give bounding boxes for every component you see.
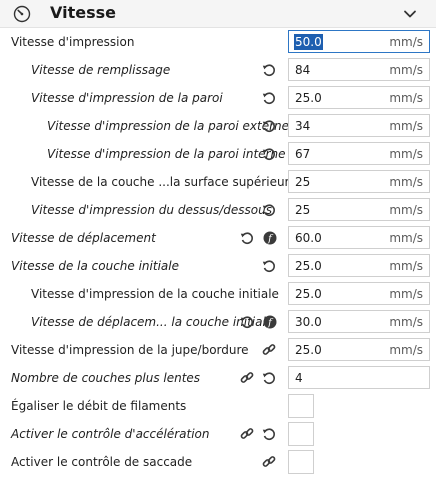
initial-layer-print-speed-input[interactable]: 25.0 mm/s [288, 282, 430, 305]
setting-label: Égaliser le débit de filaments [11, 399, 187, 413]
field-value: 25.0 [295, 91, 322, 105]
inner-wall-speed-input[interactable]: 67 mm/s [288, 142, 430, 165]
speed-settings-panel: Vitesse Vitesse d'impression 50.0 mm/s V… [0, 0, 436, 477]
speedometer-icon [12, 4, 32, 24]
setting-row-inner-wall-speed: Vitesse d'impression de la paroi interne… [0, 140, 436, 168]
setting-label: Vitesse de la couche initiale [11, 259, 179, 273]
chevron-down-icon[interactable] [402, 6, 418, 22]
field-unit: mm/s [389, 343, 423, 357]
infill-speed-input[interactable]: 84 mm/s [288, 58, 430, 81]
function-icon[interactable]: f [263, 231, 277, 245]
setting-row-top-surface-speed: Vitesse de la couche ...la surface supér… [0, 168, 436, 196]
field-unit: mm/s [389, 203, 423, 217]
field-unit: mm/s [389, 91, 423, 105]
setting-row-skirt-brim-speed: Vitesse d'impression de la jupe/bordure … [0, 336, 436, 364]
reset-icon[interactable] [262, 259, 276, 273]
field-value: 25.0 [295, 259, 322, 273]
travel-speed-input[interactable]: 60.0 mm/s [288, 226, 430, 249]
acceleration-control-checkbox[interactable] [288, 422, 314, 446]
field-value: 25 [295, 203, 311, 217]
initial-layer-travel-speed-input[interactable]: 30.0 mm/s [288, 310, 430, 333]
field-unit: mm/s [389, 35, 423, 49]
setting-label: Vitesse d'impression de la paroi [31, 91, 223, 105]
setting-row-infill-speed: Vitesse de remplissage 84 mm/s [0, 56, 436, 84]
setting-label: Vitesse de déplacement [11, 231, 156, 245]
reset-icon[interactable] [262, 147, 276, 161]
setting-label: Vitesse de la couche ...la surface supér… [31, 175, 297, 189]
field-unit: mm/s [389, 259, 423, 273]
reset-icon[interactable] [262, 63, 276, 77]
field-unit: mm/s [389, 63, 423, 77]
wall-speed-input[interactable]: 25.0 mm/s [288, 86, 430, 109]
setting-label: Activer le contrôle de saccade [11, 455, 193, 469]
field-unit: mm/s [389, 147, 423, 161]
setting-row-acceleration-control: Activer le contrôle d'accélération [0, 420, 436, 448]
field-unit: mm/s [389, 287, 423, 301]
field-value: 67 [295, 147, 311, 161]
setting-label: Vitesse de déplacem... la couche initial… [31, 315, 274, 329]
link-icon[interactable] [240, 371, 254, 385]
section-header-speed[interactable]: Vitesse [0, 0, 436, 28]
setting-label: Vitesse d'impression de la paroi externe [47, 119, 290, 133]
field-value: 84 [295, 63, 311, 77]
section-title: Vitesse [50, 3, 116, 22]
reset-icon[interactable] [262, 203, 276, 217]
link-icon[interactable] [262, 455, 276, 469]
slower-layers-input[interactable]: 4 [288, 366, 430, 389]
field-value: 50.0 [294, 34, 323, 50]
link-icon[interactable] [240, 427, 254, 441]
print-speed-input[interactable]: 50.0 mm/s [288, 30, 430, 53]
setting-row-initial-layer-print-speed: Vitesse d'impression de la couche initia… [0, 280, 436, 308]
setting-row-outer-wall-speed: Vitesse d'impression de la paroi externe… [0, 112, 436, 140]
field-value: 4 [295, 371, 303, 385]
reset-icon[interactable] [262, 91, 276, 105]
setting-row-top-bottom-speed: Vitesse d'impression du dessus/dessous 2… [0, 196, 436, 224]
field-unit: mm/s [389, 119, 423, 133]
setting-row-wall-speed: Vitesse d'impression de la paroi 25.0 mm… [0, 84, 436, 112]
setting-row-initial-layer-speed: Vitesse de la couche initiale 25.0 mm/s [0, 252, 436, 280]
setting-row-jerk-control: Activer le contrôle de saccade [0, 448, 436, 476]
setting-label: Vitesse d'impression du dessus/dessous [31, 203, 272, 217]
function-icon[interactable]: f [263, 315, 277, 329]
reset-icon[interactable] [240, 231, 254, 245]
field-value: 25.0 [295, 343, 322, 357]
setting-label: Activer le contrôle d'accélération [11, 427, 210, 441]
initial-layer-speed-input[interactable]: 25.0 mm/s [288, 254, 430, 277]
link-icon[interactable] [262, 343, 276, 357]
top-surface-speed-input[interactable]: 25 mm/s [288, 170, 430, 193]
jerk-control-checkbox[interactable] [288, 450, 314, 474]
field-value: 25.0 [295, 287, 322, 301]
field-unit: mm/s [389, 231, 423, 245]
top-bottom-speed-input[interactable]: 25 mm/s [288, 198, 430, 221]
equalize-flow-checkbox[interactable] [288, 394, 314, 418]
setting-label: Vitesse d'impression de la paroi interne [47, 147, 286, 161]
skirt-brim-speed-input[interactable]: 25.0 mm/s [288, 338, 430, 361]
field-value: 25 [295, 175, 311, 189]
setting-label: Vitesse d'impression de la jupe/bordure [11, 343, 249, 357]
reset-icon[interactable] [262, 371, 276, 385]
reset-icon[interactable] [262, 119, 276, 133]
reset-icon[interactable] [240, 315, 254, 329]
outer-wall-speed-input[interactable]: 34 mm/s [288, 114, 430, 137]
setting-label: Vitesse d'impression [11, 35, 135, 49]
setting-label: Nombre de couches plus lentes [11, 371, 201, 385]
setting-row-equalize-flow: Égaliser le débit de filaments [0, 392, 436, 420]
setting-row-slower-layers: Nombre de couches plus lentes 4 [0, 364, 436, 392]
setting-label: Vitesse de remplissage [31, 63, 171, 77]
field-value: 34 [295, 119, 311, 133]
setting-row-print-speed: Vitesse d'impression 50.0 mm/s [0, 28, 436, 56]
setting-row-travel-speed: Vitesse de déplacement f 60.0 mm/s [0, 224, 436, 252]
field-value: 60.0 [295, 231, 322, 245]
reset-icon[interactable] [262, 427, 276, 441]
setting-row-initial-layer-travel-speed: Vitesse de déplacem... la couche initial… [0, 308, 436, 336]
setting-label: Vitesse d'impression de la couche initia… [31, 287, 279, 301]
field-value: 30.0 [295, 315, 322, 329]
field-unit: mm/s [389, 315, 423, 329]
field-unit: mm/s [389, 175, 423, 189]
